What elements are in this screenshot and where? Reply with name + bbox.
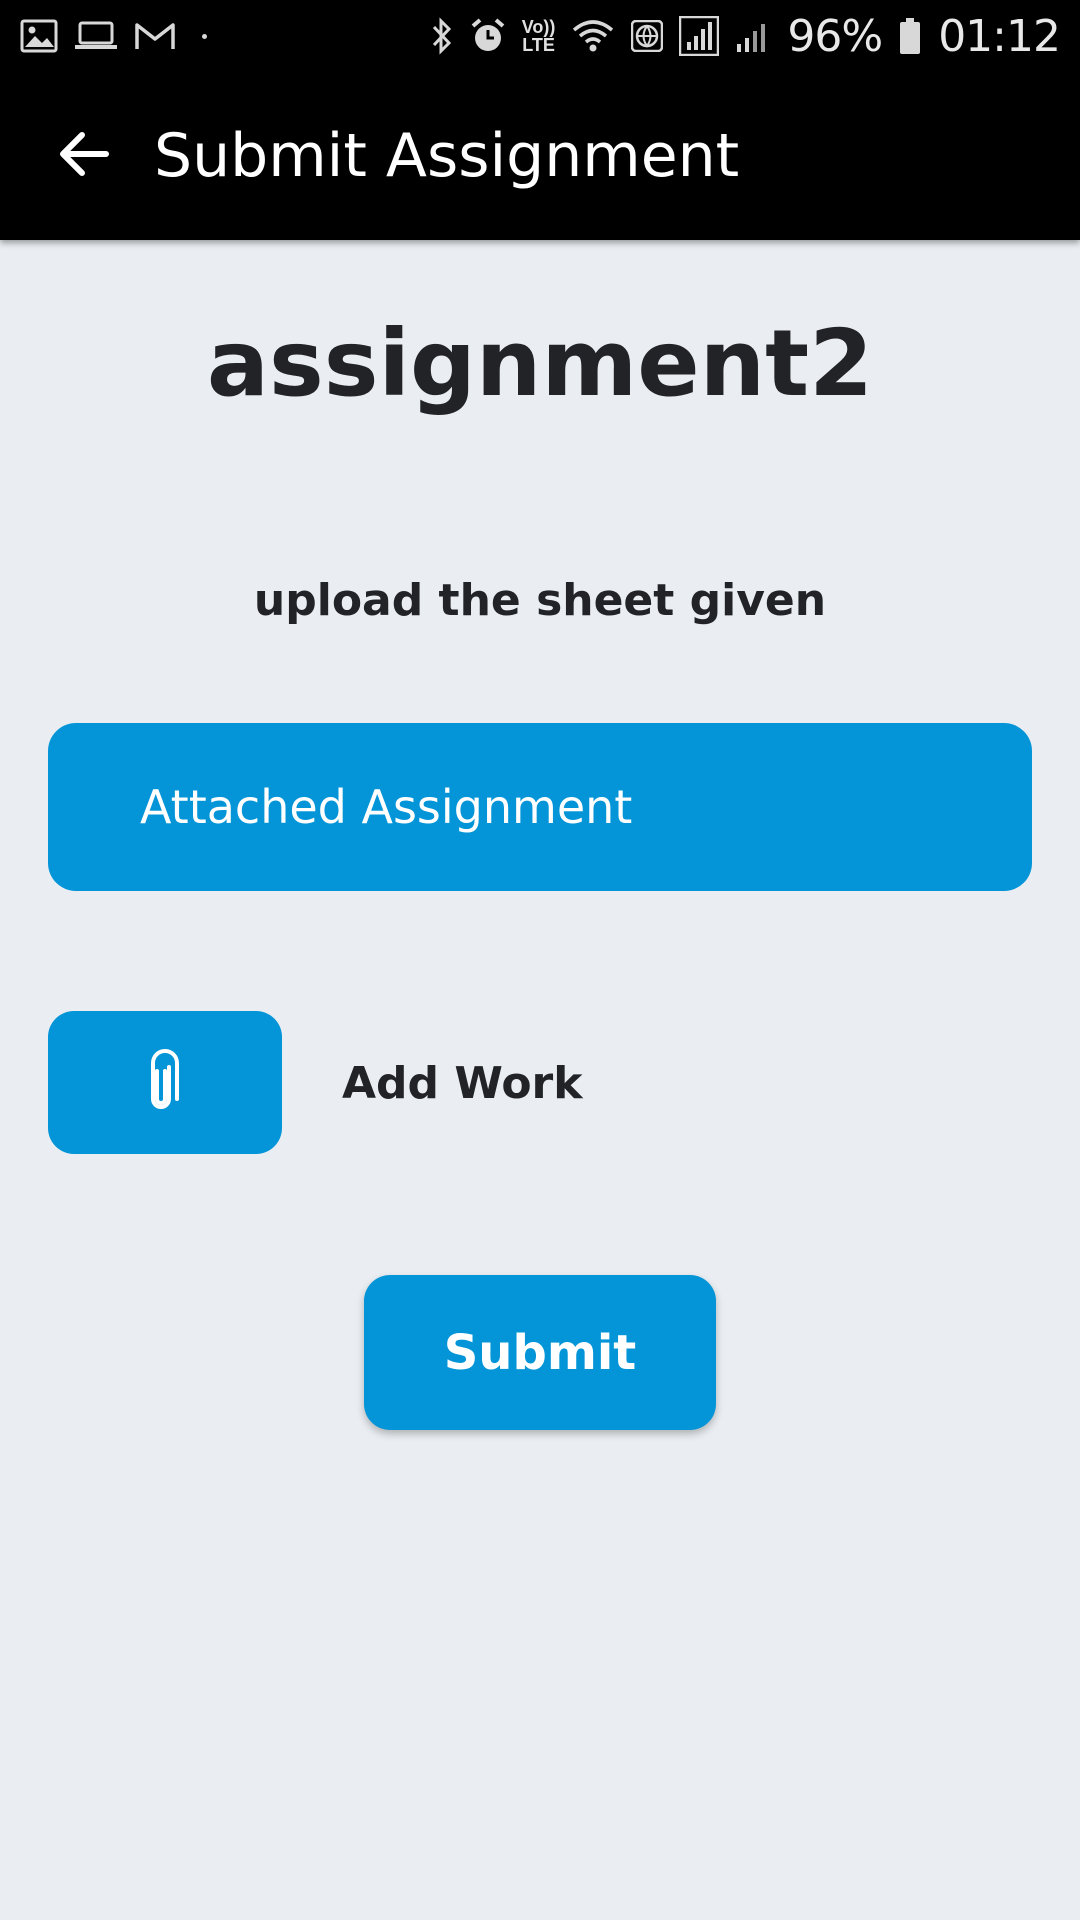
arrow-back-icon — [58, 131, 110, 182]
globe-icon — [631, 20, 664, 52]
signal-icon — [735, 18, 771, 54]
laptop-icon — [74, 21, 118, 51]
gmail-icon — [134, 21, 176, 51]
gallery-icon — [20, 19, 58, 53]
app-bar: Submit Assignment — [0, 72, 1080, 240]
submit-button[interactable]: Submit — [364, 1275, 716, 1430]
attached-assignment-button[interactable]: Attached Assignment — [48, 723, 1032, 891]
volte-icon: Vo)) LTE — [522, 18, 556, 54]
volte-bottom-text: LTE — [522, 35, 555, 55]
volte-top-text: Vo)) — [521, 17, 556, 37]
assignment-title: assignment2 — [206, 310, 874, 417]
add-work-label: Add Work — [342, 1058, 583, 1109]
attached-assignment-label: Attached Assignment — [140, 780, 633, 834]
back-button[interactable] — [48, 120, 120, 192]
status-left — [20, 19, 207, 53]
battery-icon — [898, 17, 922, 55]
submit-label: Submit — [443, 1324, 637, 1381]
page-title: Submit Assignment — [154, 121, 740, 191]
dot-icon — [202, 33, 207, 39]
clock-time: 01:12 — [938, 10, 1061, 62]
add-work-button[interactable] — [48, 1011, 282, 1154]
bluetooth-icon — [430, 17, 454, 55]
status-bar: Vo)) LTE 96% 01:12 — [0, 0, 1080, 72]
signal-icon — [679, 16, 720, 56]
wifi-icon — [571, 18, 615, 54]
battery-percent: 96% — [787, 10, 883, 62]
alarm-icon — [470, 17, 506, 55]
assignment-description: upload the sheet given — [253, 575, 827, 626]
paperclip-icon — [145, 1047, 185, 1118]
status-right: Vo)) LTE 96% 01:12 — [430, 10, 1061, 62]
